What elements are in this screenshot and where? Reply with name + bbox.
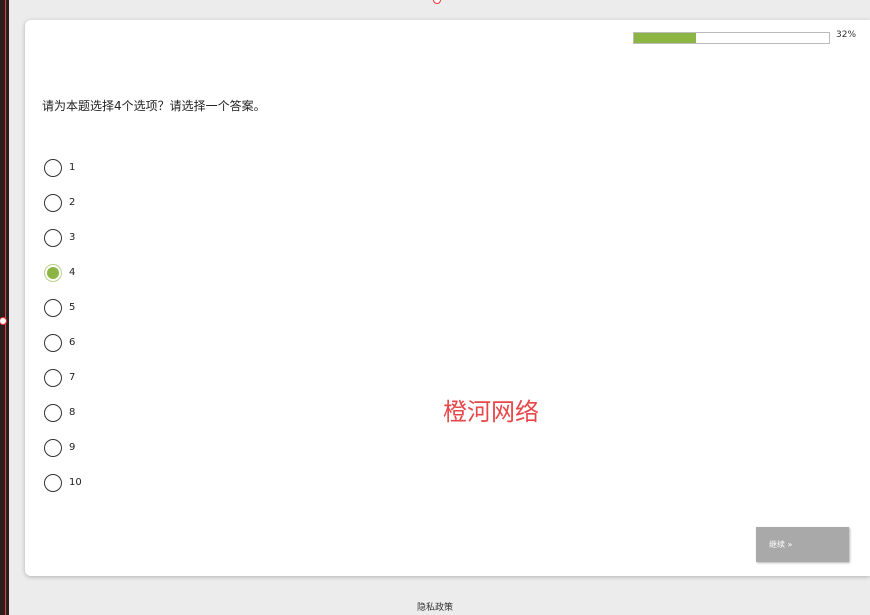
radio-selected-icon[interactable]: [44, 263, 62, 282]
radio-icon[interactable]: [44, 158, 62, 177]
option-label: 3: [69, 232, 76, 243]
option-label: 2: [69, 197, 76, 208]
answer-option[interactable]: 2: [44, 185, 82, 220]
option-label: 10: [69, 477, 82, 488]
radio-icon[interactable]: [44, 403, 62, 422]
radio-icon[interactable]: [44, 333, 62, 352]
privacy-policy-link[interactable]: 隐私政策: [0, 600, 870, 613]
radio-icon[interactable]: [44, 298, 62, 317]
answer-option[interactable]: 3: [44, 220, 82, 255]
radio-icon[interactable]: [44, 473, 62, 492]
answer-option[interactable]: 9: [44, 430, 82, 465]
continue-button[interactable]: 继续 »: [756, 527, 849, 562]
left-edge-strip: [0, 0, 9, 615]
radio-icon[interactable]: [44, 228, 62, 247]
radio-icon[interactable]: [44, 193, 62, 212]
answer-option[interactable]: 1: [44, 150, 82, 185]
selection-guide-line: [5, 0, 6, 615]
radio-icon[interactable]: [44, 438, 62, 457]
answer-option[interactable]: 4: [44, 255, 82, 290]
survey-card: 32% 请为本题选择4个选项？请选择一个答案。 1 2 3 4 5 6 7 8 9 10 橙河网络…: [25, 20, 870, 576]
option-label: 1: [69, 162, 76, 173]
watermark-text: 橙河网络: [443, 398, 539, 426]
option-label: 4: [69, 267, 76, 278]
option-label: 5: [69, 302, 76, 313]
radio-icon[interactable]: [44, 368, 62, 387]
option-label: 6: [69, 337, 76, 348]
option-label: 8: [69, 407, 76, 418]
answer-option[interactable]: 7: [44, 360, 82, 395]
progress-percent: 32%: [836, 30, 857, 40]
option-label: 7: [69, 372, 76, 383]
answer-option[interactable]: 6: [44, 325, 82, 360]
question-text: 请为本题选择4个选项？请选择一个答案。: [42, 99, 266, 113]
answer-options: 1 2 3 4 5 6 7 8 9 10: [44, 150, 82, 500]
answer-option[interactable]: 10: [44, 465, 82, 500]
answer-option[interactable]: 8: [44, 395, 82, 430]
option-label: 9: [69, 442, 76, 453]
resize-handle-top[interactable]: [433, 0, 441, 4]
answer-option[interactable]: 5: [44, 290, 82, 325]
progress-bar-fill: [634, 33, 697, 43]
progress-bar: [633, 32, 830, 44]
